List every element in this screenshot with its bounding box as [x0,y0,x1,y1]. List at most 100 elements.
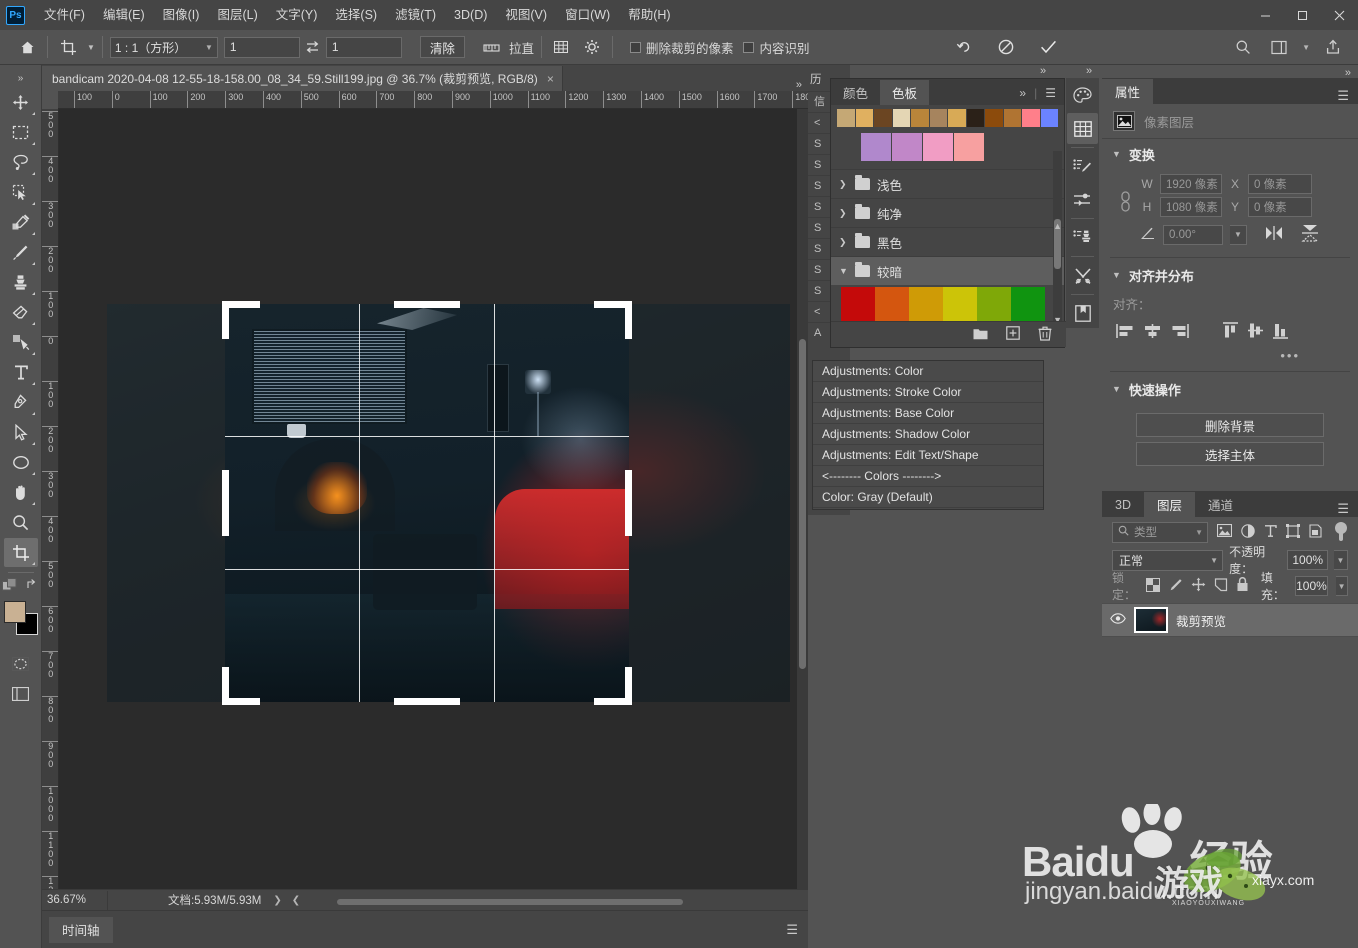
menu-file[interactable]: 文件(F) [35,0,94,30]
crop-handle-bottom-middle[interactable] [394,698,460,705]
list-item[interactable]: <-------- Colors --------> [813,466,1043,487]
color-swatch[interactable] [966,109,984,127]
screen-mode-icon[interactable] [2,578,18,595]
quick-selection-tool[interactable] [4,178,38,207]
color-swatch[interactable] [954,133,984,161]
align-section-header[interactable]: ▼ 对齐并分布 [1102,260,1358,290]
crop-handle-bottom-right[interactable] [625,667,632,705]
align-left-icon[interactable] [1116,323,1135,342]
color-swatch[interactable] [943,287,977,323]
new-group-icon[interactable] [973,327,988,343]
brush-settings-icon[interactable] [1067,151,1098,182]
minimize-button[interactable] [1247,0,1284,30]
scrollbar-thumb[interactable] [337,899,683,905]
list-item[interactable]: Adjustments: Edit Text/Shape [813,445,1043,466]
crop-handle-top-middle[interactable] [394,301,460,308]
chevron-up-icon[interactable]: ▲ [1053,221,1062,231]
home-icon[interactable] [14,34,40,60]
swap-icon[interactable] [300,34,326,60]
y-field[interactable]: 0 像素 [1248,197,1312,217]
adjustments-icon[interactable] [1067,184,1098,215]
close-button[interactable] [1321,0,1358,30]
swap-colors-icon[interactable] [26,578,39,595]
fill-value[interactable]: 100% [1294,576,1329,596]
quick-mask-icon[interactable] [4,649,38,678]
workspace-caret-icon[interactable]: ▼ [1302,43,1310,52]
swatch-folder-darker[interactable]: ▼ 较暗 [831,256,1064,285]
flip-horizontal-icon[interactable] [1264,225,1284,244]
list-item[interactable]: Adjustments: Shadow Color [813,424,1043,445]
horizontal-ruler[interactable]: 100 0 100 200 300 400 500 600 700 800 900 1000 1100 1… [58,91,808,109]
scrollbar-thumb[interactable] [799,339,806,669]
lock-position-icon[interactable] [1191,577,1206,595]
blend-mode-select[interactable]: 正常 ▼ [1112,549,1224,571]
crop-tool[interactable] [3,538,38,567]
list-item[interactable]: Color: Gray (Default) [813,487,1043,508]
tab-channels[interactable]: 通道 [1195,492,1246,517]
canvas-area[interactable] [59,109,808,889]
list-item[interactable]: Adjustments: Base Color [813,403,1043,424]
close-icon[interactable]: × [547,72,554,86]
menu-filter[interactable]: 滤镜(T) [386,0,445,30]
menu-select[interactable]: 选择(S) [326,0,386,30]
clone-stamp-tool[interactable] [4,268,38,297]
panel-menu-icon[interactable]: ☰ [786,922,798,938]
clone-source-icon[interactable] [1067,222,1098,253]
vertical-ruler[interactable]: 5004003002001000100200300400500600700800… [42,109,59,889]
crop-handle-bottom-left[interactable] [222,667,229,705]
tab-properties[interactable]: 属性 [1102,79,1154,104]
crop-handle-top-left[interactable] [222,301,229,339]
swatch-folder-black[interactable]: ❯ 黑色 [831,227,1064,256]
commit-check-icon[interactable] [1035,34,1061,60]
toolbar-collapse-icon[interactable]: » [0,73,41,84]
transform-section-header[interactable]: ▼ 变换 [1102,139,1358,169]
foreground-background-colors[interactable] [3,601,38,635]
new-swatch-icon[interactable] [1006,326,1020,343]
menu-help[interactable]: 帮助(H) [619,0,679,30]
move-tool[interactable] [4,88,38,117]
workspace-icon[interactable] [1266,34,1292,60]
layer-kind-filter[interactable]: 类型 ▼ [1112,521,1208,543]
document-tab[interactable]: bandicam 2020-04-08 12-55-18-158.00_08_3… [42,66,563,91]
straighten-label[interactable]: 拉直 [509,38,534,57]
menu-image[interactable]: 图像(I) [154,0,209,30]
crop-selection-box[interactable] [222,301,632,705]
color-swatch[interactable] [1003,109,1021,127]
delete-icon[interactable] [1038,326,1052,344]
swatch-folder-light[interactable]: ❯ 浅色 [831,169,1064,198]
menu-layer[interactable]: 图层(L) [208,0,266,30]
tab-color[interactable]: 颜色 [831,80,880,105]
align-top-icon[interactable] [1222,322,1239,342]
maximize-button[interactable] [1284,0,1321,30]
remove-background-button[interactable]: 删除背景 [1136,413,1324,437]
panel-menu-icon[interactable]: ☰ [1045,86,1056,100]
reset-icon[interactable] [951,34,977,60]
color-swatch[interactable] [855,109,873,127]
clear-button[interactable]: 清除 [419,36,465,58]
shape-filter-icon[interactable] [1286,523,1300,541]
gear-icon[interactable] [579,34,605,60]
zoom-tool[interactable] [4,508,38,537]
crop-tool-icon[interactable] [55,34,81,60]
tab-overflow-icon[interactable]: » [796,79,808,91]
color-palette-icon[interactable] [1067,80,1098,111]
lock-transparent-icon[interactable] [1145,577,1160,595]
tool-presets-icon[interactable] [1067,260,1098,291]
width-field[interactable]: 1920 像素 [1160,174,1222,194]
eraser-tool[interactable] [4,298,38,327]
crop-ratio-select[interactable]: 1 : 1（方形） ▼ [109,36,218,58]
color-swatch[interactable] [948,109,966,127]
crop-height-input[interactable]: 1 [325,36,402,58]
color-swatch[interactable] [841,287,875,323]
color-swatch[interactable] [837,109,855,127]
chevron-down-icon[interactable]: ▼ [1336,576,1349,596]
panel-menu-icon[interactable]: ☰ [1337,501,1358,517]
crop-overlay-icon[interactable] [549,34,575,60]
x-field[interactable]: 0 像素 [1248,174,1312,194]
search-icon[interactable] [1230,34,1256,60]
link-icon[interactable] [1120,191,1131,216]
color-swatch[interactable] [1022,109,1040,127]
type-tool[interactable] [4,358,38,387]
align-bottom-icon[interactable] [1272,322,1289,342]
menu-window[interactable]: 窗口(W) [556,0,619,30]
